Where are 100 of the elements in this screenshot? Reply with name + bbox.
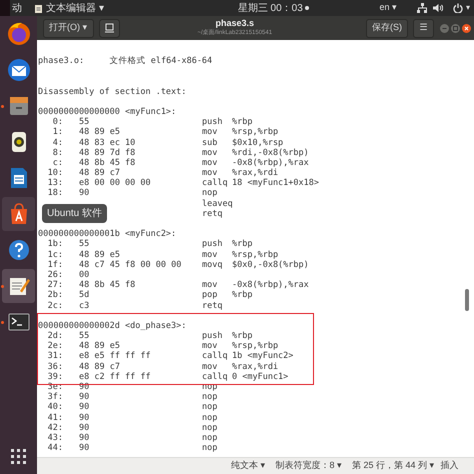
- mnemonic: push: [202, 331, 224, 342]
- mnemonic: leaveq: [202, 198, 232, 209]
- byte-codes: 55: [79, 117, 90, 128]
- byte-codes: 90: [79, 443, 90, 454]
- power-icon[interactable]: [453, 3, 463, 13]
- operands: 1b <myFunc2>: [232, 351, 294, 362]
- operands: %rbp: [232, 239, 252, 250]
- app-menu[interactable]: 文本编辑器 ▾: [46, 0, 104, 16]
- operands: %rbp: [232, 290, 252, 300]
- byte-codes: 90: [79, 392, 90, 402]
- byte-codes: 55: [79, 331, 90, 342]
- mnemonic: retq: [202, 300, 224, 311]
- operands: -0x8(%rbp),%rax: [232, 280, 309, 290]
- notepad-icon[interactable]: [34, 4, 43, 12]
- code-line: 000000000000001b <myFunc2>:: [38, 229, 176, 240]
- operands: -0x8(%rbp),%rax: [232, 158, 309, 168]
- byte-codes: 48 c7 45 f8 00 00 00: [79, 260, 182, 270]
- notification-dot-icon[interactable]: [304, 6, 309, 10]
- mnemonic: pop: [202, 290, 218, 300]
- byte-codes: 90: [79, 422, 90, 433]
- operands: %rsp,%rbp: [232, 127, 278, 138]
- mnemonic: mov: [202, 158, 218, 168]
- mnemonic: mov: [202, 362, 218, 372]
- operands: %rsp,%rbp: [232, 341, 278, 352]
- operands: $0x0,-0x8(%rbp): [232, 260, 309, 270]
- byte-codes: 48 89 c7: [79, 168, 121, 178]
- mnemonic: nop: [202, 412, 218, 423]
- address: 2b:: [46, 290, 63, 300]
- clock[interactable]: 星期三 00：03: [238, 0, 303, 16]
- mnemonic: nop: [202, 443, 218, 454]
- mnemonic: sub: [202, 138, 218, 148]
- operands: %rax,%rdi: [232, 362, 278, 372]
- volume-icon[interactable]: [433, 3, 443, 13]
- address: 4:: [52, 138, 63, 148]
- address: 1:: [52, 127, 63, 138]
- mnemonic: mov: [202, 250, 218, 260]
- address: 26:: [46, 270, 63, 280]
- address: 1f:: [46, 260, 63, 270]
- cursor-position[interactable]: 第 25 行，第 44 列 ▾: [352, 459, 435, 473]
- tab-width-selector[interactable]: 制表符宽度：8 ▾: [276, 459, 342, 473]
- close-icon[interactable]: [462, 24, 471, 32]
- mnemonic: mov: [202, 148, 218, 158]
- address: 0:: [52, 117, 63, 128]
- globe-fox-icon[interactable]: [6, 21, 32, 47]
- corner-block: [0, 0, 10, 16]
- byte-codes: 90: [79, 432, 90, 444]
- language-menu[interactable]: en ▾: [379, 1, 397, 15]
- address: 40:: [46, 402, 63, 413]
- address: c:: [52, 158, 63, 168]
- mnemonic: nop: [202, 392, 218, 402]
- new-document-icon[interactable]: [98, 18, 120, 38]
- address: 3f:: [46, 392, 63, 402]
- byte-codes: 00: [79, 270, 90, 280]
- mnemonic: push: [202, 117, 224, 128]
- byte-codes: 48 89 c7: [79, 362, 121, 372]
- byte-codes: 90: [79, 188, 90, 199]
- menu-button[interactable]: ☰: [413, 18, 434, 38]
- mnemonic: nop: [202, 432, 218, 444]
- system-menu-caret[interactable]: ▾: [466, 2, 470, 14]
- language-selector[interactable]: 纯文本 ▾: [231, 459, 266, 473]
- operands: 0 <myFunc1>: [232, 372, 288, 382]
- tooltip: Ubuntu 软件: [42, 204, 108, 223]
- open-button[interactable]: 打开(O) ▾: [43, 18, 94, 38]
- byte-codes: e8 00 00 00 00: [79, 178, 152, 188]
- address: 1b:: [46, 239, 63, 250]
- mnemonic: mov: [202, 280, 218, 290]
- byte-codes: 5d: [79, 290, 90, 300]
- network-icon[interactable]: [417, 3, 427, 13]
- byte-codes: 48 8b 45 f8: [79, 158, 136, 168]
- mnemonic: push: [202, 239, 224, 250]
- scrollbar-drawing[interactable]: [465, 289, 469, 311]
- address: 13:: [46, 178, 63, 188]
- address: 31:: [46, 351, 63, 362]
- save-button[interactable]: 保存(S): [366, 18, 408, 38]
- mnemonic: callq: [202, 372, 229, 382]
- mnemonic: callq: [202, 351, 229, 362]
- byte-codes: 48 89 7d f8: [79, 148, 136, 158]
- address: 36:: [46, 362, 63, 372]
- mnemonic: mov: [202, 341, 218, 352]
- mail-icon[interactable]: [6, 57, 32, 83]
- address: 1c:: [46, 250, 63, 260]
- byte-codes: 48 89 e5: [79, 250, 121, 260]
- window-title: phase3.s: [216, 18, 254, 28]
- mnemonic: movq: [202, 260, 224, 270]
- mnemonic: nop: [202, 422, 218, 433]
- byte-codes: 48 83 ec 10: [79, 138, 136, 148]
- operands: %rbp: [232, 117, 252, 128]
- address: 10:: [46, 168, 63, 178]
- operands: $0x10,%rsp: [232, 138, 284, 148]
- code-line: Disassembly of section .text:: [38, 86, 186, 97]
- address: 2e:: [46, 341, 63, 352]
- address: 39:: [46, 372, 63, 382]
- address: 18:: [46, 188, 63, 199]
- address: 2c:: [46, 300, 63, 311]
- address: 8:: [52, 148, 63, 158]
- app-grid-icon[interactable]: [11, 449, 26, 464]
- code-line: 0000000000000000 <myFunc1>:: [38, 106, 176, 118]
- operands: %rdi,-0x8(%rbp): [232, 148, 309, 158]
- address: 43:: [46, 432, 63, 444]
- activities-button[interactable]: 动: [12, 0, 22, 16]
